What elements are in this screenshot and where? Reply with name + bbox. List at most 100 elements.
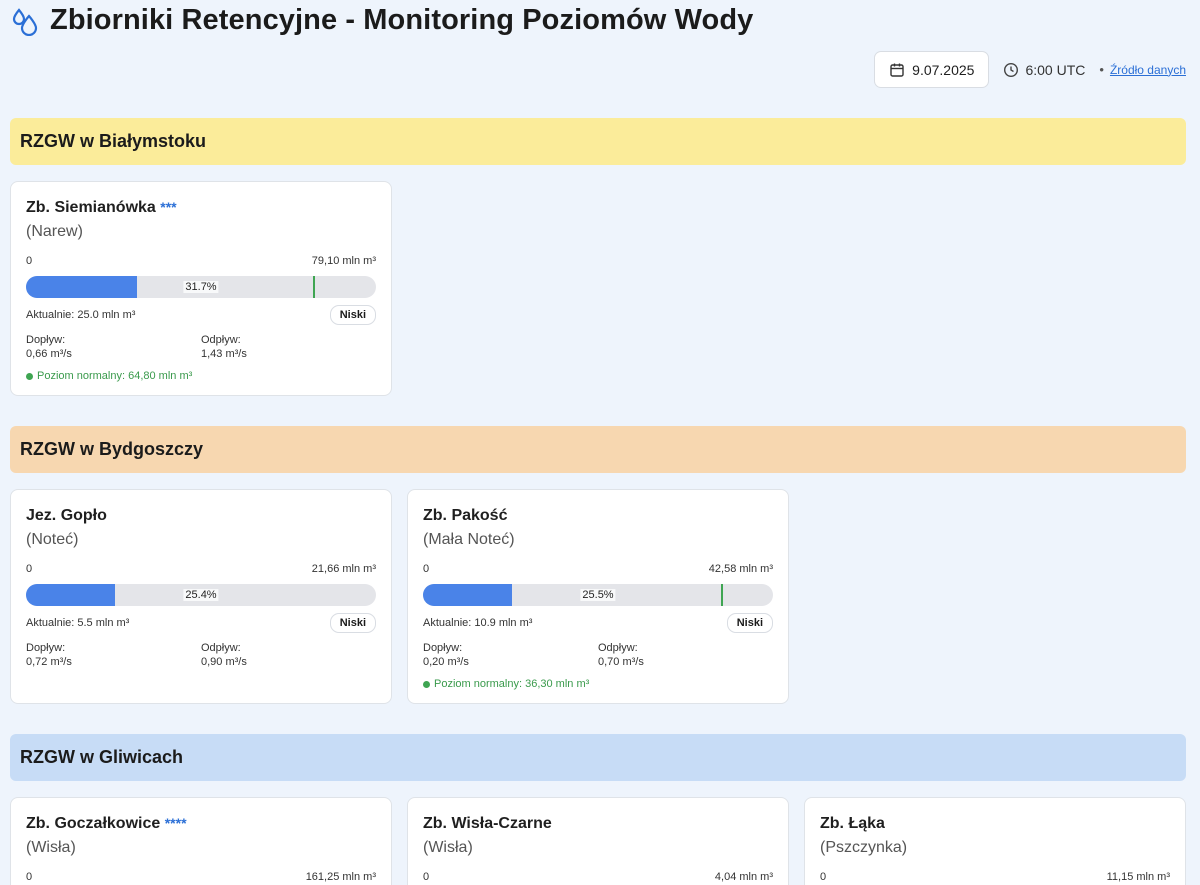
- data-source-link[interactable]: Źródło danych: [1110, 63, 1186, 77]
- inflow-label: Dopływ:: [423, 642, 463, 654]
- inflow-value: 0,66 m³/s: [26, 348, 72, 360]
- reservoir-stars: ****: [164, 815, 187, 831]
- outflow-label: Odpływ:: [201, 642, 241, 654]
- fill-level-fill: [423, 584, 513, 606]
- inflow-value: 0,20 m³/s: [423, 656, 469, 668]
- time-value: 6:00 UTC: [1025, 61, 1086, 78]
- reservoir-name: Zb. Goczałkowice: [26, 815, 161, 832]
- status-row: Aktualnie: 10.9 mln m³ Niski: [423, 613, 773, 633]
- reservoir-card-goczalkowice: Zb. Goczałkowice **** (Wisła) 0 161,25 m…: [10, 797, 392, 885]
- scale-max: 42,58 mln m³: [708, 563, 773, 575]
- river-name: (Wisła): [423, 839, 473, 856]
- normal-level-text: Poziom normalny: 64,80 mln m³: [37, 370, 193, 382]
- fill-level-bar: 31.7%: [26, 276, 376, 298]
- green-dot-icon: [26, 372, 33, 380]
- status-row: Aktualnie: 25.0 mln m³ Niski: [26, 305, 376, 325]
- section-header-gliwice: RZGW w Gliwicach: [10, 734, 1186, 781]
- reservoir-name: Jez. Gopło: [26, 507, 107, 524]
- inflow-label: Dopływ:: [26, 334, 66, 346]
- reservoir-title: Zb. Siemianówka ***: [26, 199, 376, 217]
- scale-max: 79,10 mln m³: [311, 255, 376, 267]
- section-header-bialystok: RZGW w Białymstoku: [10, 118, 1186, 165]
- scale-min: 0: [26, 871, 33, 883]
- time-display: 6:00 UTC: [1003, 62, 1085, 78]
- scale-min: 0: [26, 563, 33, 575]
- date-time-bar: 9.07.2025 6:00 UTC • Źródło danych: [874, 51, 1186, 88]
- fill-percent-label: 31.7%: [183, 281, 219, 293]
- fill-level-bar: 25.4%: [26, 584, 376, 606]
- title-row: Zbiorniki Retencyjne - Monitoring Poziom…: [10, 4, 753, 37]
- outflow-label: Odpływ:: [201, 334, 241, 346]
- reservoir-card-laka: Zb. Łąka (Pszczynka) 0 11,15 mln m³: [804, 797, 1186, 885]
- river-name: (Wisła): [26, 839, 76, 856]
- reservoir-name: Zb. Siemianówka: [26, 199, 156, 216]
- separator-dot: •: [1099, 62, 1104, 77]
- normal-level-marker: [313, 276, 315, 298]
- normal-level: Poziom normalny: 64,80 mln m³: [26, 370, 376, 382]
- scale-min: 0: [423, 563, 430, 575]
- outflow: Odpływ: 0,70 m³/s: [598, 641, 773, 669]
- clock-icon: [1004, 62, 1019, 77]
- scale-row: 0 11,15 mln m³: [820, 871, 1170, 883]
- scale-row: 0 4,04 mln m³: [423, 871, 773, 883]
- reservoir-card-pakosc: Zb. Pakość (Mała Noteć) 0 42,58 mln m³ 2…: [407, 489, 789, 704]
- reservoir-card-siemianowka: Zb. Siemianówka *** (Narew) 0 79,10 mln …: [10, 181, 392, 396]
- normal-level-marker: [720, 584, 723, 606]
- current-volume: Aktualnie: 10.9 mln m³: [423, 617, 533, 629]
- reservoir-card-wisla-czarne: Zb. Wisła-Czarne (Wisła) 0 4,04 mln m³: [407, 797, 789, 885]
- reservoir-title: Zb. Wisła-Czarne: [423, 815, 773, 833]
- water-drops-icon: [12, 7, 38, 36]
- river-name: (Narew): [26, 223, 83, 240]
- inflow-label: Dopływ:: [26, 642, 66, 654]
- outflow-value: 0,70 m³/s: [598, 656, 644, 668]
- reservoir-stars: ***: [160, 199, 177, 215]
- reservoir-name: Zb. Łąka: [820, 815, 885, 832]
- normal-level-text: Poziom normalny: 36,30 mln m³: [434, 678, 590, 690]
- fill-level-bar: 25.5%: [423, 584, 773, 606]
- section-header-bydgoszcz: RZGW w Bydgoszczy: [10, 426, 1186, 473]
- status-badge: Niski: [329, 613, 376, 633]
- scale-min: 0: [423, 871, 430, 883]
- scale-min: 0: [26, 255, 33, 267]
- current-volume: Aktualnie: 5.5 mln m³: [26, 617, 130, 629]
- inflow-value: 0,72 m³/s: [26, 656, 72, 668]
- river-name: (Mała Noteć): [423, 531, 515, 548]
- fill-percent-label: 25.4%: [183, 589, 219, 601]
- outflow-label: Odpływ:: [598, 642, 638, 654]
- river-name: (Pszczynka): [820, 839, 908, 856]
- status-badge: Niski: [329, 305, 376, 325]
- scale-row: 0 79,10 mln m³: [26, 255, 376, 267]
- inflow: Dopływ: 0,20 m³/s: [423, 641, 598, 669]
- reservoir-name: Zb. Wisła-Czarne: [423, 815, 552, 832]
- green-dot-icon: [423, 680, 430, 688]
- reservoir-title: Zb. Łąka: [820, 815, 1170, 833]
- date-picker[interactable]: 9.07.2025: [874, 51, 990, 88]
- status-row: Aktualnie: 5.5 mln m³ Niski: [26, 613, 376, 633]
- page-title: Zbiorniki Retencyjne - Monitoring Poziom…: [50, 4, 754, 36]
- outflow-value: 1,43 m³/s: [201, 348, 247, 360]
- current-volume: Aktualnie: 25.0 mln m³: [26, 309, 136, 321]
- fill-level-fill: [26, 276, 137, 298]
- reservoir-title: Zb. Pakość: [423, 507, 773, 525]
- outflow-value: 0,90 m³/s: [201, 656, 247, 668]
- flows-row: Dopływ: 0,66 m³/s Odpływ: 1,43 m³/s: [26, 333, 376, 361]
- outflow: Odpływ: 1,43 m³/s: [201, 333, 376, 361]
- scale-max: 11,15 mln m³: [1106, 871, 1170, 883]
- fill-percent-label: 25.5%: [580, 589, 616, 601]
- inflow: Dopływ: 0,66 m³/s: [26, 333, 201, 361]
- reservoir-card-goplo: Jez. Gopło (Noteć) 0 21,66 mln m³ 25.4% …: [10, 489, 392, 704]
- scale-max: 21,66 mln m³: [311, 563, 376, 575]
- flows-row: Dopływ: 0,20 m³/s Odpływ: 0,70 m³/s: [423, 641, 773, 669]
- normal-level: Poziom normalny: 36,30 mln m³: [423, 678, 773, 690]
- calendar-icon: [890, 63, 904, 77]
- date-value: 9.07.2025: [912, 61, 975, 78]
- scale-row: 0 42,58 mln m³: [423, 563, 773, 575]
- scale-min: 0: [820, 871, 827, 883]
- flows-row: Dopływ: 0,72 m³/s Odpływ: 0,90 m³/s: [26, 641, 376, 669]
- status-badge: Niski: [726, 613, 773, 633]
- reservoir-name: Zb. Pakość: [423, 507, 508, 524]
- outflow: Odpływ: 0,90 m³/s: [201, 641, 376, 669]
- scale-max: 161,25 mln m³: [305, 871, 376, 883]
- scale-max: 4,04 mln m³: [714, 871, 773, 883]
- inflow: Dopływ: 0,72 m³/s: [26, 641, 201, 669]
